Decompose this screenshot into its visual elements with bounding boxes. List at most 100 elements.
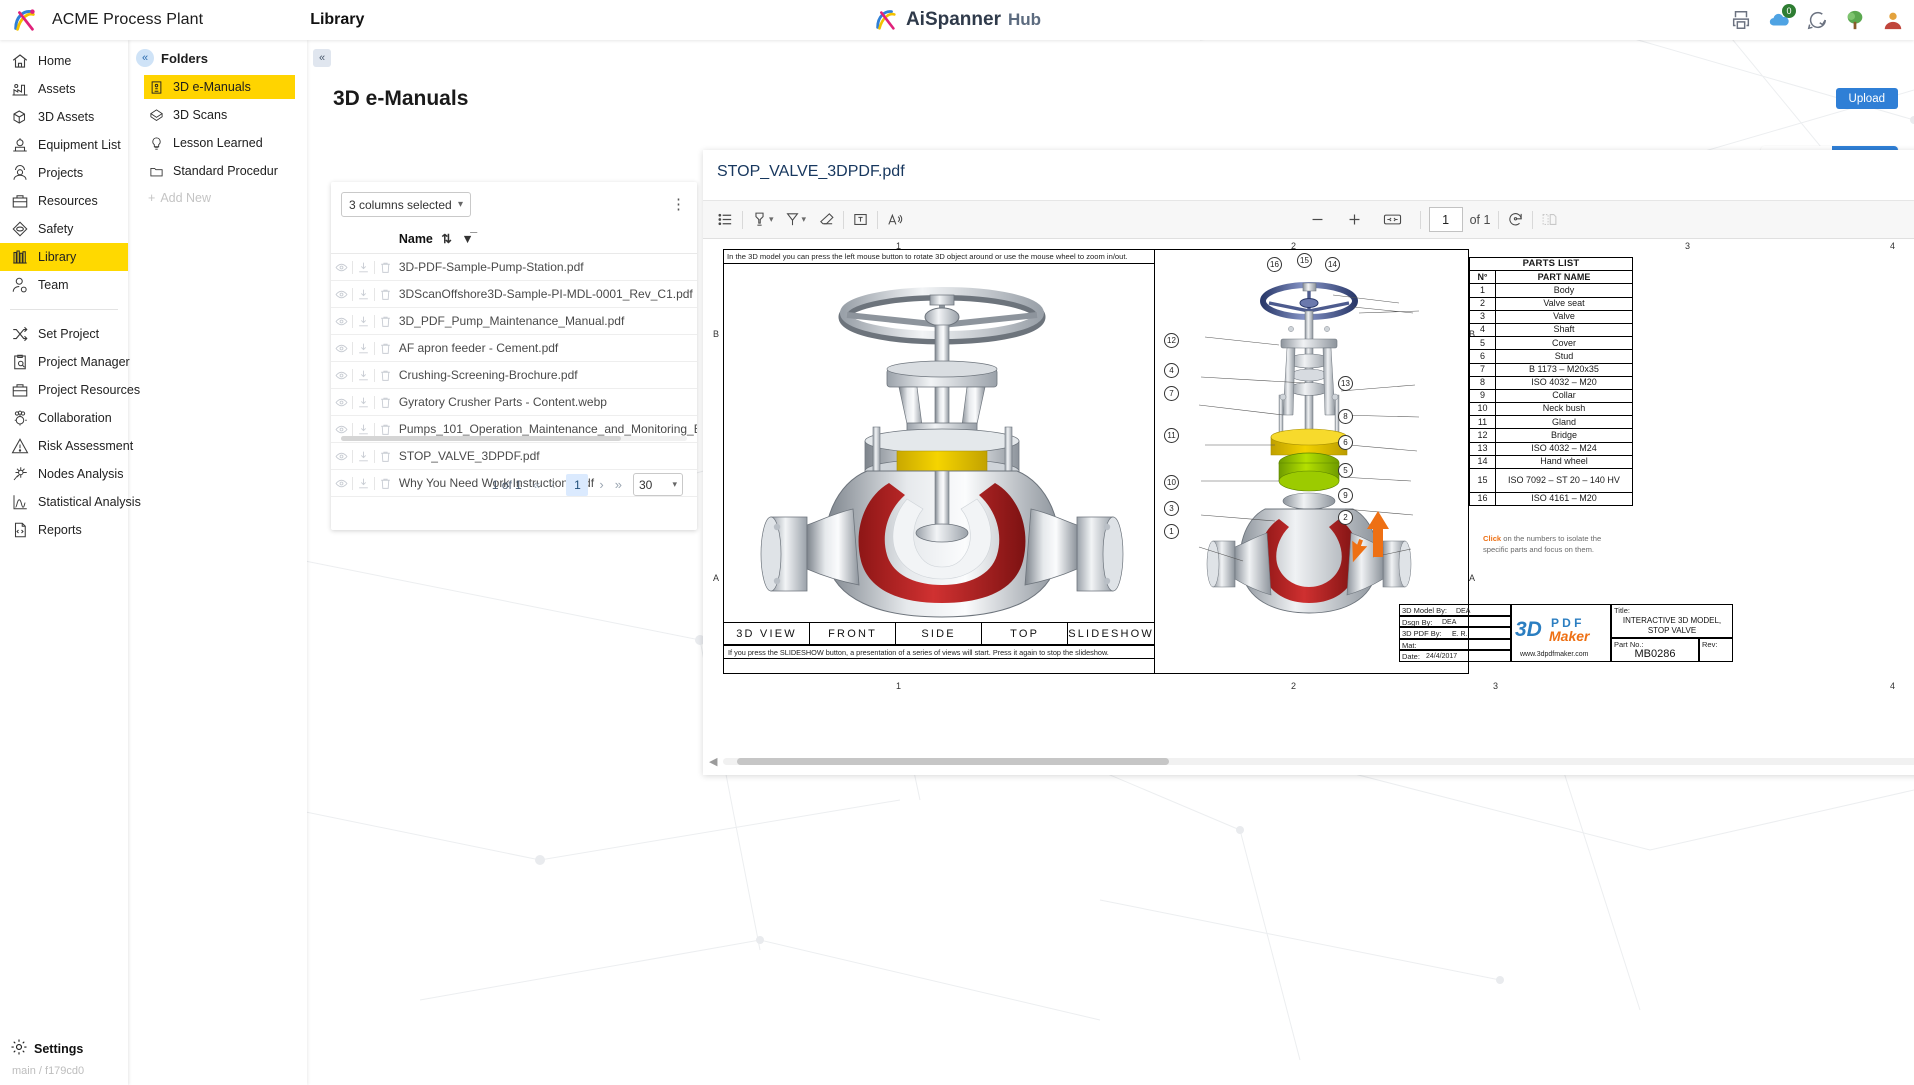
parts-row[interactable]: 2Valve seat: [1470, 297, 1633, 310]
highlighter-dropdown-icon[interactable]: ▾: [769, 214, 774, 225]
sidebar-item-3d-assets[interactable]: 3D Assets: [0, 103, 128, 131]
table-row[interactable]: 3D_PDF_Pump_Maintenance_Manual.pdf: [331, 308, 697, 335]
parts-row[interactable]: 12Bridge: [1470, 429, 1633, 442]
parts-row[interactable]: 11Gland: [1470, 416, 1633, 429]
folder-item-lesson-learned[interactable]: Lesson Learned: [144, 131, 295, 155]
sidebar-item-library[interactable]: Library: [0, 243, 128, 271]
part-number[interactable]: 11: [1470, 416, 1496, 429]
file-table-hscrollbar[interactable]: [331, 436, 697, 441]
page-layout-icon[interactable]: [1541, 200, 1558, 239]
parts-row[interactable]: 5Cover: [1470, 337, 1633, 350]
file-name-cell[interactable]: Gyratory Crusher Parts - Content.webp: [399, 389, 697, 416]
parts-row[interactable]: 13ISO 4032 – M24: [1470, 442, 1633, 455]
balloon-6[interactable]: 6: [1338, 435, 1353, 450]
part-number[interactable]: 3: [1470, 310, 1496, 323]
sort-icon[interactable]: ⇅: [441, 232, 451, 246]
table-row[interactable]: 3DScanOffshore3D-Sample-PI-MDL-0001_Rev_…: [331, 281, 697, 308]
download-icon[interactable]: [353, 448, 374, 464]
main-collapse-button[interactable]: «: [313, 49, 331, 67]
filter-icon[interactable]: ▼̅: [461, 232, 473, 246]
table-row[interactable]: AF apron feeder - Cement.pdf: [331, 335, 697, 362]
parts-row[interactable]: 14Hand wheel: [1470, 455, 1633, 468]
current-page-button[interactable]: 1: [566, 474, 588, 496]
table-row[interactable]: STOP_VALVE_3DPDF.pdf: [331, 443, 697, 470]
download-icon[interactable]: [353, 394, 374, 410]
parts-row[interactable]: 4Shaft: [1470, 323, 1633, 336]
parts-row[interactable]: 1Body: [1470, 284, 1633, 297]
last-page-button[interactable]: »: [615, 477, 622, 492]
part-number[interactable]: 2: [1470, 297, 1496, 310]
part-number[interactable]: 10: [1470, 403, 1496, 416]
part-number[interactable]: 13: [1470, 442, 1496, 455]
balloon-16[interactable]: 16: [1267, 257, 1282, 272]
sidebar-item-home[interactable]: Home: [0, 47, 128, 75]
prev-page-button[interactable]: ‹: [551, 477, 555, 492]
trash-icon[interactable]: [375, 286, 396, 302]
pdf-horizontal-scrollbar[interactable]: ◀ ▶: [703, 754, 1914, 768]
balloon-7[interactable]: 7: [1164, 386, 1179, 401]
sidebar-item-resources[interactable]: Resources: [0, 187, 128, 215]
next-page-button[interactable]: ›: [599, 477, 603, 492]
balloon-4[interactable]: 4: [1164, 363, 1179, 378]
parts-row[interactable]: 9Collar: [1470, 389, 1633, 402]
cloud-icon[interactable]: 0: [1768, 9, 1790, 31]
sidebar-item-nodes-analysis[interactable]: Nodes Analysis: [0, 460, 128, 488]
eye-icon[interactable]: [331, 421, 352, 437]
parts-row[interactable]: 8ISO 4032 – M20: [1470, 376, 1633, 389]
download-icon[interactable]: [353, 421, 374, 437]
table-row[interactable]: 3D-PDF-Sample-Pump-Station.pdf: [331, 254, 697, 281]
tree-icon[interactable]: [1844, 9, 1866, 31]
pen-icon[interactable]: [784, 200, 801, 239]
view-button[interactable]: SIDE: [896, 623, 982, 645]
download-icon[interactable]: [353, 259, 374, 275]
trash-icon[interactable]: [375, 394, 396, 410]
balloon-8[interactable]: 8: [1338, 409, 1353, 424]
balloon-15[interactable]: 15: [1297, 253, 1312, 268]
part-number[interactable]: 15: [1470, 469, 1496, 493]
balloon-5[interactable]: 5: [1338, 463, 1353, 478]
download-icon[interactable]: [353, 313, 374, 329]
part-number[interactable]: 1: [1470, 284, 1496, 297]
columns-select[interactable]: 3 columns selected ▾: [341, 192, 471, 217]
part-number[interactable]: 16: [1470, 493, 1496, 506]
sidebar-item-collaboration[interactable]: Collaboration: [0, 404, 128, 432]
more-vertical-icon[interactable]: ⋮: [671, 197, 687, 212]
sidebar-item-assets[interactable]: Assets: [0, 75, 128, 103]
table-row[interactable]: Gyratory Crusher Parts - Content.webp: [331, 389, 697, 416]
sidebar-item-project-resources[interactable]: Project Resources: [0, 376, 128, 404]
file-name-cell[interactable]: AF apron feeder - Cement.pdf: [399, 335, 697, 362]
view-button[interactable]: SLIDESHOW: [1068, 623, 1154, 645]
folder-item-standard-procedures[interactable]: Standard Procedur: [144, 159, 295, 183]
parts-row[interactable]: 10Neck bush: [1470, 403, 1633, 416]
zoom-in-button[interactable]: [1336, 200, 1373, 239]
file-name-cell[interactable]: 3D_PDF_Pump_Maintenance_Manual.pdf: [399, 308, 697, 335]
eye-icon[interactable]: [331, 259, 352, 275]
balloon-12[interactable]: 12: [1164, 333, 1179, 348]
fit-width-icon[interactable]: [1373, 200, 1412, 239]
sidebar-item-safety[interactable]: Safety: [0, 215, 128, 243]
part-number[interactable]: 4: [1470, 323, 1496, 336]
file-name-cell[interactable]: 3DScanOffshore3D-Sample-PI-MDL-0001_Rev_…: [399, 281, 697, 308]
balloon-11[interactable]: 11: [1164, 428, 1179, 443]
sidebar-item-risk-assessment[interactable]: Risk Assessment: [0, 432, 128, 460]
balloon-13[interactable]: 13: [1338, 376, 1353, 391]
sidebar-item-projects[interactable]: Projects: [0, 159, 128, 187]
name-header[interactable]: Name ⇅ ▼̅: [399, 225, 697, 254]
trash-icon[interactable]: [375, 340, 396, 356]
parts-row[interactable]: 7B 1173 – M20x35: [1470, 363, 1633, 376]
list-outline-icon[interactable]: [717, 200, 734, 239]
parts-row[interactable]: 3Valve: [1470, 310, 1633, 323]
chevron-left-icon[interactable]: ◀: [709, 755, 717, 768]
eye-icon[interactable]: [331, 313, 352, 329]
first-page-button[interactable]: «: [533, 477, 540, 492]
parts-row[interactable]: 6Stud: [1470, 350, 1633, 363]
part-number[interactable]: 12: [1470, 429, 1496, 442]
table-row[interactable]: Crushing-Screening-Brochure.pdf: [331, 362, 697, 389]
printer-icon[interactable]: [1730, 9, 1752, 31]
page-number-input[interactable]: [1429, 207, 1463, 232]
trash-icon[interactable]: [375, 313, 396, 329]
balloon-9[interactable]: 9: [1338, 488, 1353, 503]
trash-icon[interactable]: [375, 367, 396, 383]
avatar-icon[interactable]: [1882, 9, 1904, 31]
balloon-3[interactable]: 3: [1164, 501, 1179, 516]
